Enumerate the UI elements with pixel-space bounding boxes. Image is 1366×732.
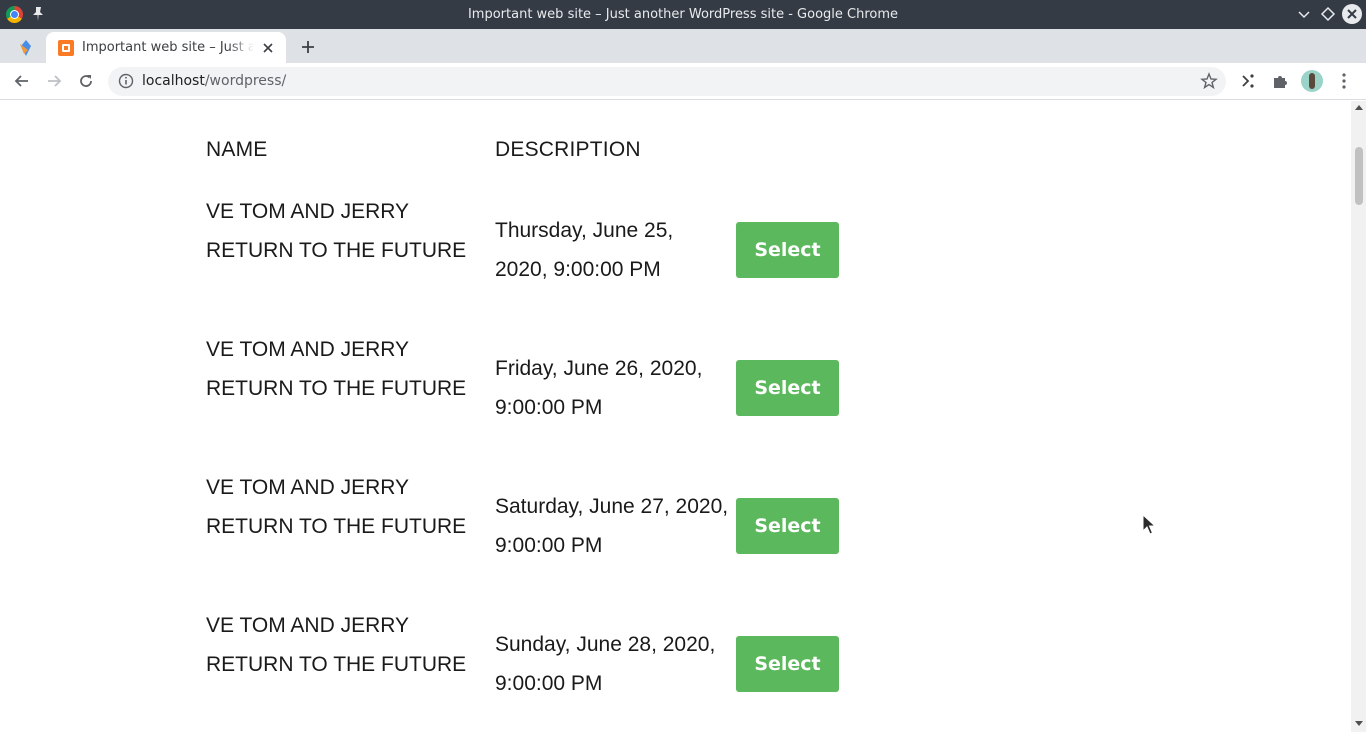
url-path: /wordpress/ [204,73,287,89]
table-row: VE TOM AND JERRY RETURN TO THE FUTURE Th… [0,192,1351,330]
scroll-down-arrow-icon[interactable] [1355,721,1363,726]
page-viewport: NAME DESCRIPTION VE TOM AND JERRY RETURN… [0,101,1351,732]
table-row: VE TOM AND JERRY RETURN TO THE FUTURE Sa… [0,468,1351,606]
pinned-tab-favicon-icon [20,40,31,56]
menu-icon[interactable] [1334,71,1354,91]
close-icon [1347,9,1357,19]
tab-strip: Important web site – Just another WordPr… [0,29,1366,63]
select-button[interactable]: Select [736,498,839,554]
close-tab-icon[interactable] [260,40,276,56]
star-icon[interactable] [1200,72,1218,90]
tab-title: Important web site – Just another WordPr… [82,40,254,55]
close-window-button[interactable] [1342,4,1362,24]
column-header-description: DESCRIPTION [495,138,641,161]
scroll-thumb[interactable] [1355,147,1363,205]
pinned-tab[interactable] [6,32,46,63]
browser-toolbar: localhost/wordpress/ [0,63,1366,100]
event-date: Friday, June 26, 2020, 9:00:00 PM [495,357,703,419]
select-button[interactable]: Select [736,222,839,278]
event-name: VE TOM AND JERRY RETURN TO THE FUTURE [206,338,467,400]
select-button[interactable]: Select [736,636,839,692]
extensions-icon[interactable] [1270,71,1290,91]
event-date: Saturday, June 27, 2020, 9:00:00 PM [495,495,729,557]
event-date: Thursday, June 25, 2020, 9:00:00 PM [495,219,674,281]
window-titlebar: Important web site – Just another WordPr… [0,0,1366,29]
url-text[interactable]: localhost/wordpress/ [142,67,286,96]
reload-icon[interactable] [76,71,96,91]
event-name: VE TOM AND JERRY RETURN TO THE FUTURE [206,614,467,676]
page-scrollbar[interactable] [1351,101,1366,732]
minimize-icon[interactable] [1294,4,1314,24]
event-date: Sunday, June 28, 2020, 9:00:00 PM [495,633,716,695]
event-name: VE TOM AND JERRY RETURN TO THE FUTURE [206,476,467,538]
url-host: localhost [142,73,205,89]
info-icon[interactable] [118,73,134,89]
back-icon[interactable] [12,71,32,91]
event-name: VE TOM AND JERRY RETURN TO THE FUTURE [206,200,467,262]
column-header-name: NAME [206,138,268,161]
mouse-cursor-icon [1142,514,1156,535]
forward-icon[interactable] [44,71,64,91]
window-title: Important web site – Just another WordPr… [467,7,899,22]
maximize-icon[interactable] [1318,4,1338,24]
scroll-up-arrow-icon[interactable] [1355,105,1363,110]
tab-active[interactable]: Important web site – Just another WordPr… [46,32,286,63]
table-row: VE TOM AND JERRY RETURN TO THE FUTURE Su… [0,606,1351,732]
select-button[interactable]: Select [736,360,839,416]
cast-icon[interactable] [1238,71,1258,91]
new-tab-plus-icon[interactable] [298,37,318,57]
address-bar[interactable]: localhost/wordpress/ [108,67,1226,96]
xampp-favicon-icon [58,40,74,56]
profile-avatar[interactable] [1301,70,1323,92]
table-row: VE TOM AND JERRY RETURN TO THE FUTURE Fr… [0,330,1351,468]
